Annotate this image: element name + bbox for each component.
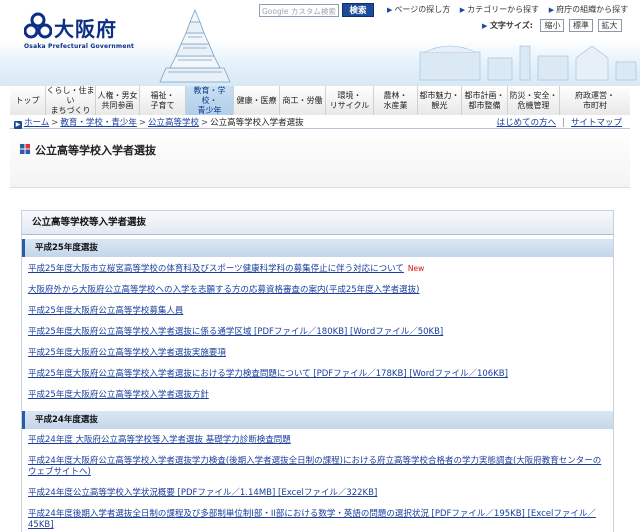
sitemap-link[interactable]: サイトマップ bbox=[571, 118, 622, 128]
nav-item-tourism[interactable]: 都市魅力・ 観光 bbox=[418, 86, 462, 115]
nav-item-disaster[interactable]: 防災・安全・ 危機管理 bbox=[508, 86, 560, 115]
util-link-find-pages[interactable]: ▶ ページの探し方 bbox=[387, 4, 450, 15]
city-skyline-illustration bbox=[419, 45, 637, 81]
new-badge: New bbox=[407, 264, 425, 273]
text-size-control: ▶ 文字サイズ: 縮小 標準 拡大 bbox=[482, 19, 622, 32]
text-size-label: 文字サイズ: bbox=[489, 21, 533, 30]
doc-link[interactable]: 平成24年度公立高等学校入学状況概要 [PDFファイル／1.14MB] [Exc… bbox=[28, 488, 377, 498]
section-heading-h25: 平成25年度選抜 bbox=[22, 239, 613, 257]
doc-link[interactable]: 平成25年度大阪市立桜宮高等学校の体育科及びスポーツ健康科学科の募集停止に伴う対… bbox=[28, 264, 404, 274]
text-size-large-button[interactable]: 拡大 bbox=[597, 19, 622, 32]
list-item: 平成24年度後期入学者選抜全日制の課程及び多部制単位制I部・II部における数学・… bbox=[28, 509, 613, 531]
nav-item-health[interactable]: 健康・医療 bbox=[234, 86, 280, 115]
page-title: 公立高等学校入学者選抜 bbox=[35, 144, 156, 157]
util-link-label: 府庁の組織から探す bbox=[556, 5, 629, 14]
util-link-organization[interactable]: ▶ 府庁の組織から探す bbox=[549, 4, 628, 15]
utility-links: ▶ ページの探し方 ▶ カテゴリーから探す ▶ 府庁の組織から探す bbox=[387, 4, 635, 15]
nav-item-government[interactable]: 府政運営・ 市町村 bbox=[560, 86, 630, 115]
link-list-h25: 平成25年度大阪市立桜宮高等学校の体育科及びスポーツ健康科学科の募集停止に伴う対… bbox=[22, 257, 613, 401]
list-item: 平成25年度大阪府公立高等学校入学者選抜方針 bbox=[28, 390, 613, 401]
section-heading-h24: 平成24年度選抜 bbox=[22, 411, 613, 429]
arrow-right-icon: ▶ bbox=[482, 22, 488, 30]
list-item: 平成24年度大阪府公立高等学校入学者選抜学力検査(後期入学者選抜全日制の課程)に… bbox=[28, 456, 613, 478]
nav-item-environment[interactable]: 環境・ リサイクル bbox=[326, 86, 374, 115]
link-list-h24: 平成24年度 大阪府公立高等学校等入学者選抜 基礎学力診断検査問題 平成24年度… bbox=[22, 429, 613, 531]
list-item: 平成24年度 大阪府公立高等学校等入学者選抜 基礎学力診断検査問題 bbox=[28, 435, 613, 446]
doc-link[interactable]: 平成24年度後期入学者選抜全日制の課程及び多部制単位制I部・II部における数学・… bbox=[28, 509, 596, 530]
doc-link[interactable]: 大阪府外から大阪府公立高等学校への入学を志願する方の応募資格審査の案内(平成25… bbox=[28, 285, 419, 295]
arrow-right-icon: ▶ bbox=[387, 6, 393, 14]
home-icon: ▶ bbox=[14, 121, 22, 129]
doc-link[interactable]: 平成25年度大阪府公立高等学校入学者選抜に係る通学区域 [PDFファイル／180… bbox=[28, 327, 443, 337]
util-link-label: ページの探し方 bbox=[394, 5, 451, 14]
nav-item-living[interactable]: くらし・住まい まちづくり bbox=[46, 86, 96, 115]
arrow-right-icon: ▶ bbox=[459, 6, 466, 14]
osaka-castle-illustration bbox=[159, 8, 231, 83]
breadcrumb: ▶ ホーム > 教育・学校・青少年 > 公立高等学校 > 公立高等学校入学者選抜 はじめての方… bbox=[10, 116, 630, 129]
list-item: 平成25年度大阪府公立高等学校入学者選抜における学力検査問題について [PDFフ… bbox=[28, 369, 613, 380]
osaka-emblem-icon bbox=[24, 12, 52, 39]
breadcrumb-current: 公立高等学校入学者選抜 bbox=[210, 118, 304, 128]
doc-link[interactable]: 平成24年度 大阪府公立高等学校等入学者選抜 基礎学力診断検査問題 bbox=[28, 435, 291, 445]
nav-item-welfare[interactable]: 福祉・ 子育て bbox=[140, 86, 186, 115]
doc-link[interactable]: 平成25年度大阪府公立高等学校入学者選抜における学力検査問題について [PDFフ… bbox=[28, 369, 508, 379]
breadcrumb-education[interactable]: 教育・学校・青少年 bbox=[60, 118, 137, 128]
nav-item-agriculture[interactable]: 農林・ 水産業 bbox=[374, 86, 418, 115]
content-box-title: 公立高等学校等入学者選抜 bbox=[22, 211, 613, 235]
doc-link[interactable]: 平成25年度大阪府公立高等学校入学者選抜方針 bbox=[28, 390, 209, 400]
list-item: 平成25年度大阪府公立高等学校入学者選抜に係る通学区域 [PDFファイル／180… bbox=[28, 327, 613, 338]
nav-item-top[interactable]: トップ bbox=[10, 86, 46, 115]
util-link-categories[interactable]: ▶ カテゴリーから探す bbox=[460, 4, 539, 15]
text-size-normal-button[interactable]: 標準 bbox=[569, 19, 593, 32]
content-box: 公立高等学校等入学者選抜 平成25年度選抜 平成25年度大阪市立桜宮高等学校の体… bbox=[21, 210, 614, 532]
nav-item-urban-planning[interactable]: 都市計画・ 都市整備 bbox=[462, 86, 508, 115]
nav-item-human-rights[interactable]: 人権・男女 共同参画 bbox=[96, 86, 140, 115]
list-item: 平成25年度大阪府公立高等学校募集人員 bbox=[28, 306, 613, 317]
first-time-visitors-link[interactable]: はじめての方へ bbox=[497, 118, 557, 128]
breadcrumb-separator: > bbox=[201, 118, 209, 128]
nav-item-commerce[interactable]: 商工・労働 bbox=[280, 86, 326, 115]
breadcrumb-separator: > bbox=[138, 118, 147, 128]
list-item: 平成25年度大阪市立桜宮高等学校の体育科及びスポーツ健康科学科の募集停止に伴う対… bbox=[28, 263, 613, 275]
divider: | bbox=[562, 118, 565, 128]
nav-item-education[interactable]: 教育・学校・ 青少年 bbox=[186, 86, 234, 115]
list-item: 大阪府外から大阪府公立高等学校への入学を志願する方の応募資格審査の案内(平成25… bbox=[28, 285, 613, 296]
title-squares-icon bbox=[20, 144, 30, 154]
breadcrumb-separator: > bbox=[51, 118, 59, 128]
breadcrumb-high-school[interactable]: 公立高等学校 bbox=[148, 118, 199, 128]
logo-name: 大阪府 bbox=[54, 17, 117, 41]
util-link-label: カテゴリーから探す bbox=[467, 5, 540, 14]
breadcrumb-home[interactable]: ホーム bbox=[24, 118, 49, 128]
doc-link[interactable]: 平成24年度大阪府公立高等学校入学者選抜学力検査(後期入学者選抜全日制の課程)に… bbox=[28, 456, 601, 477]
list-item: 平成24年度公立高等学校入学状況概要 [PDFファイル／1.14MB] [Exc… bbox=[28, 488, 613, 499]
text-size-small-button[interactable]: 縮小 bbox=[540, 19, 565, 32]
site-logo[interactable]: 大阪府 Osaka Prefectural Government bbox=[24, 10, 134, 50]
search-button[interactable]: 検索 bbox=[342, 3, 374, 17]
page-title-area: 公立高等学校入学者選抜 bbox=[10, 130, 630, 188]
arrow-right-icon: ▶ bbox=[548, 6, 555, 14]
doc-link[interactable]: 平成25年度大阪府公立高等学校募集人員 bbox=[28, 306, 183, 316]
list-item: 平成25年度大阪府公立高等学校入学者選抜実施要項 bbox=[28, 348, 613, 359]
search-input[interactable]: Google カスタム検索 bbox=[259, 4, 339, 17]
logo-subtitle: Osaka Prefectural Government bbox=[24, 43, 135, 50]
global-nav: トップ くらし・住まい まちづくり 人権・男女 共同参画 福祉・ 子育て 教育・… bbox=[10, 86, 630, 115]
site-header: 大阪府 Osaka Prefectural Government Google … bbox=[0, 0, 640, 86]
doc-link[interactable]: 平成25年度大阪府公立高等学校入学者選抜実施要項 bbox=[28, 348, 226, 358]
